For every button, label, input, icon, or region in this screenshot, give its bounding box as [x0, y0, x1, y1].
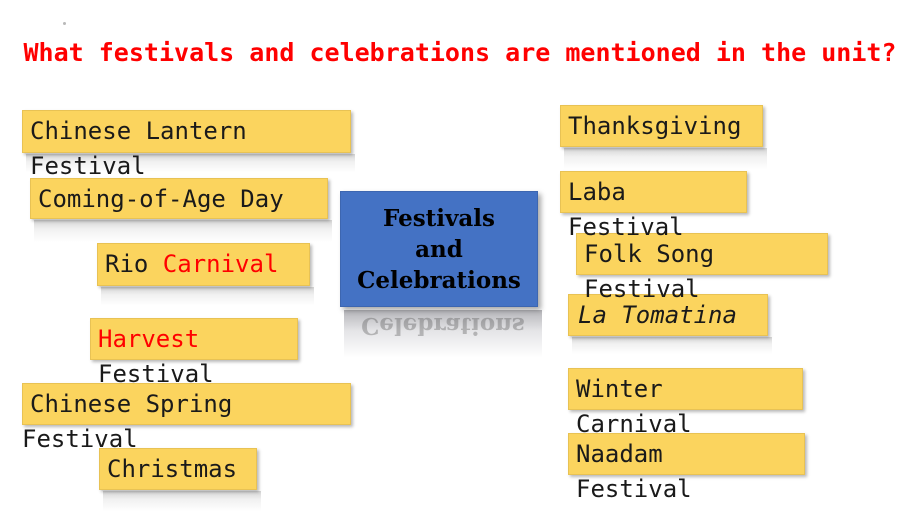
center-node-line-1: Festivals [383, 204, 495, 232]
corner-dot-artifact [63, 22, 66, 25]
chip-rio-carnival[interactable] [97, 243, 310, 286]
chip-christmas[interactable] [99, 448, 257, 490]
center-node-line-3: Celebrations [357, 266, 521, 294]
chip-reflection [572, 337, 772, 357]
chip-la-tomatina[interactable] [568, 294, 768, 336]
chip-chinese-lantern-festival[interactable] [22, 110, 351, 153]
chip-harvest-festival[interactable] [90, 318, 298, 360]
chip-folk-song-festival[interactable] [576, 233, 828, 275]
center-node-reflection-text: Celebrations [361, 312, 525, 339]
chip-naadam-festival[interactable] [568, 433, 805, 475]
chip-coming-of-age-day[interactable] [30, 178, 328, 219]
chip-chinese-spring-festival[interactable] [22, 383, 351, 425]
center-node-line-2: and [415, 235, 463, 263]
center-node-reflection: Celebrations [344, 310, 542, 362]
chip-reflection [101, 287, 314, 309]
chip-thanksgiving[interactable] [560, 105, 763, 147]
chip-winter-carnival[interactable] [568, 368, 803, 410]
chip-reflection [103, 491, 261, 515]
chip-reflection [564, 148, 767, 173]
chip-reflection [26, 154, 355, 176]
page-title: What festivals and celebrations are ment… [23, 38, 897, 67]
chip-laba-festival[interactable] [560, 171, 747, 213]
center-node-festivals-and-celebrations[interactable]: Festivals and Celebrations [340, 191, 538, 307]
